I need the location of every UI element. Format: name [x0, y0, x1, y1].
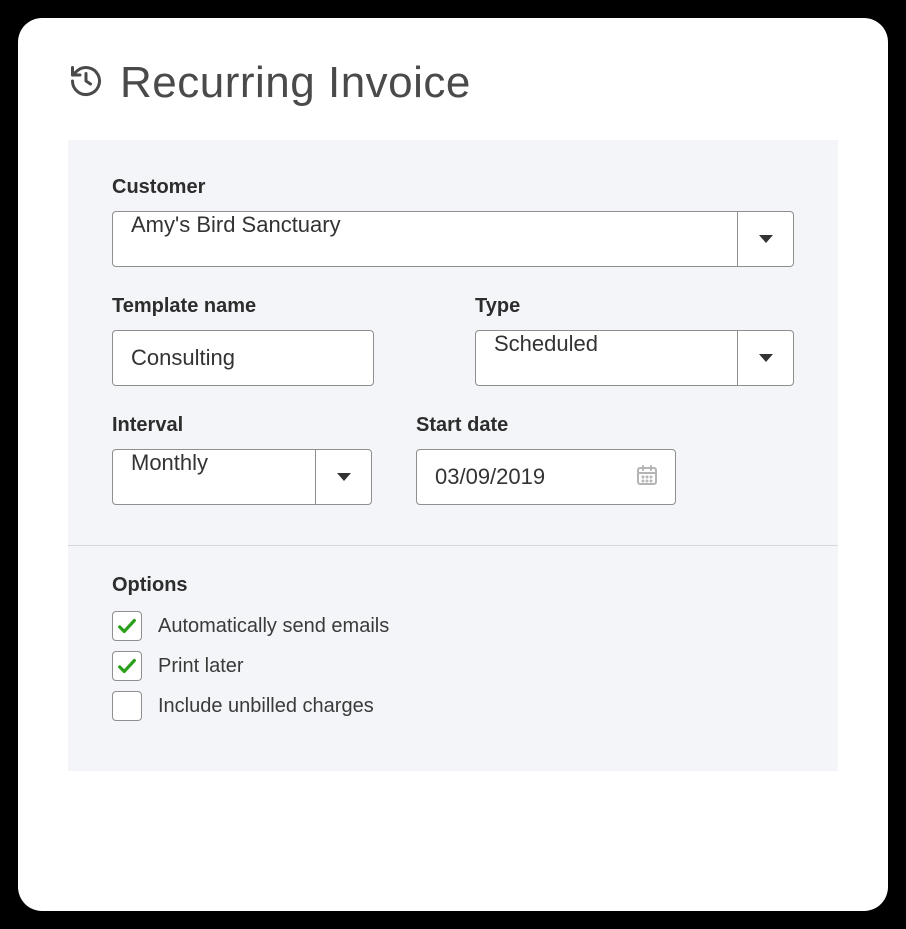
option-label: Include unbilled charges — [158, 695, 374, 718]
option-auto-send-emails: Automatically send emails — [112, 611, 794, 641]
interval-label: Interval — [112, 414, 372, 437]
option-include-unbilled: Include unbilled charges — [112, 691, 794, 721]
chevron-down-icon — [759, 354, 773, 362]
chevron-down-icon — [337, 473, 351, 481]
option-print-later: Print later — [112, 651, 794, 681]
start-date-input[interactable] — [417, 450, 619, 504]
header: Recurring Invoice — [18, 58, 888, 140]
history-icon — [68, 63, 104, 104]
interval-field: Interval Monthly — [112, 414, 372, 505]
interval-dropdown-button[interactable] — [315, 450, 371, 504]
page-title: Recurring Invoice — [120, 58, 471, 108]
type-label: Type — [475, 295, 794, 318]
chevron-down-icon — [759, 235, 773, 243]
checkbox-auto-send-emails[interactable] — [112, 611, 142, 641]
options-title: Options — [112, 574, 794, 597]
calendar-icon — [635, 463, 659, 492]
type-field: Type Scheduled — [475, 295, 794, 386]
calendar-button[interactable] — [619, 450, 675, 504]
start-date-field: Start date — [416, 414, 676, 505]
type-value: Scheduled — [476, 331, 737, 385]
template-input-wrap — [112, 330, 374, 386]
template-field: Template name — [112, 295, 431, 386]
options-panel: Options Automatically send emails Print … — [68, 546, 838, 771]
interval-select[interactable]: Monthly — [112, 449, 372, 505]
type-select[interactable]: Scheduled — [475, 330, 794, 386]
customer-dropdown-button[interactable] — [737, 212, 793, 266]
customer-field: Customer Amy's Bird Sanctuary — [112, 176, 794, 267]
customer-select[interactable]: Amy's Bird Sanctuary — [112, 211, 794, 267]
interval-value: Monthly — [113, 450, 315, 504]
template-label: Template name — [112, 295, 431, 318]
customer-value: Amy's Bird Sanctuary — [113, 212, 737, 266]
start-date-input-wrap — [416, 449, 676, 505]
checkbox-include-unbilled[interactable] — [112, 691, 142, 721]
type-dropdown-button[interactable] — [737, 331, 793, 385]
template-input[interactable] — [113, 331, 373, 385]
checkbox-print-later[interactable] — [112, 651, 142, 681]
option-label: Automatically send emails — [158, 615, 389, 638]
form-panel: Customer Amy's Bird Sanctuary Template n… — [68, 140, 838, 545]
option-label: Print later — [158, 655, 244, 678]
customer-label: Customer — [112, 176, 794, 199]
start-date-label: Start date — [416, 414, 676, 437]
recurring-invoice-card: Recurring Invoice Customer Amy's Bird Sa… — [18, 18, 888, 911]
